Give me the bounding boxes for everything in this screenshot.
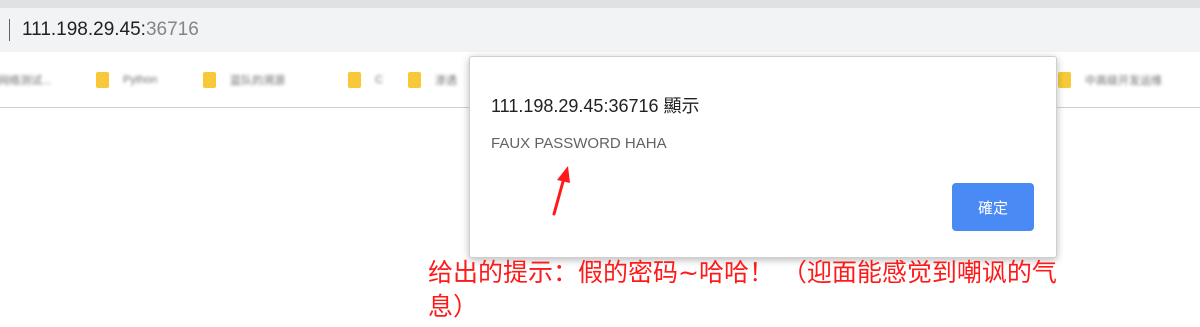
folder-icon — [96, 72, 109, 88]
alert-dialog: 111.198.29.45:36716 顯示 FAUX PASSWORD HAH… — [469, 56, 1057, 258]
address-bar[interactable]: 111.198.29.45: 36716 — [0, 8, 1200, 52]
bookmark-item[interactable]: C — [348, 70, 383, 90]
bookmark-label: Python — [123, 74, 158, 86]
bookmark-item[interactable]: Python — [96, 70, 157, 90]
url-host[interactable]: 111.198.29.45: — [22, 19, 146, 41]
folder-icon — [1058, 72, 1071, 88]
address-separator — [9, 19, 10, 41]
url-port[interactable]: 36716 — [146, 19, 199, 41]
bookmark-item[interactable]: 蓝队的溯源 — [203, 70, 285, 90]
folder-icon — [348, 72, 361, 88]
annotation-text: 给出的提示：假的密码~哈哈！ （迎面能感觉到嘲讽的气 息） — [428, 258, 1057, 321]
bookmark-label: 渗透 — [435, 75, 457, 87]
bookmark-item[interactable]: 渗透 — [408, 70, 457, 90]
ok-button[interactable]: 確定 — [952, 183, 1034, 231]
bookmark-label: 中高级开发运维 — [1085, 75, 1162, 87]
bookmark-item[interactable]: 中高级开发运维 — [1058, 70, 1162, 90]
bookmark-label: 网络测试... — [0, 75, 52, 87]
bookmark-label: 蓝队的溯源 — [230, 75, 285, 87]
dialog-message: FAUX PASSWORD HAHA — [491, 135, 667, 152]
folder-icon — [408, 72, 421, 88]
bookmark-label: C — [375, 74, 383, 86]
browser-tab-strip — [0, 0, 1200, 8]
red-arrow-icon — [552, 166, 570, 216]
folder-icon — [203, 72, 216, 88]
dialog-title: 111.198.29.45:36716 顯示 — [491, 96, 700, 116]
bookmark-item[interactable]: 网络测试... — [0, 70, 51, 90]
